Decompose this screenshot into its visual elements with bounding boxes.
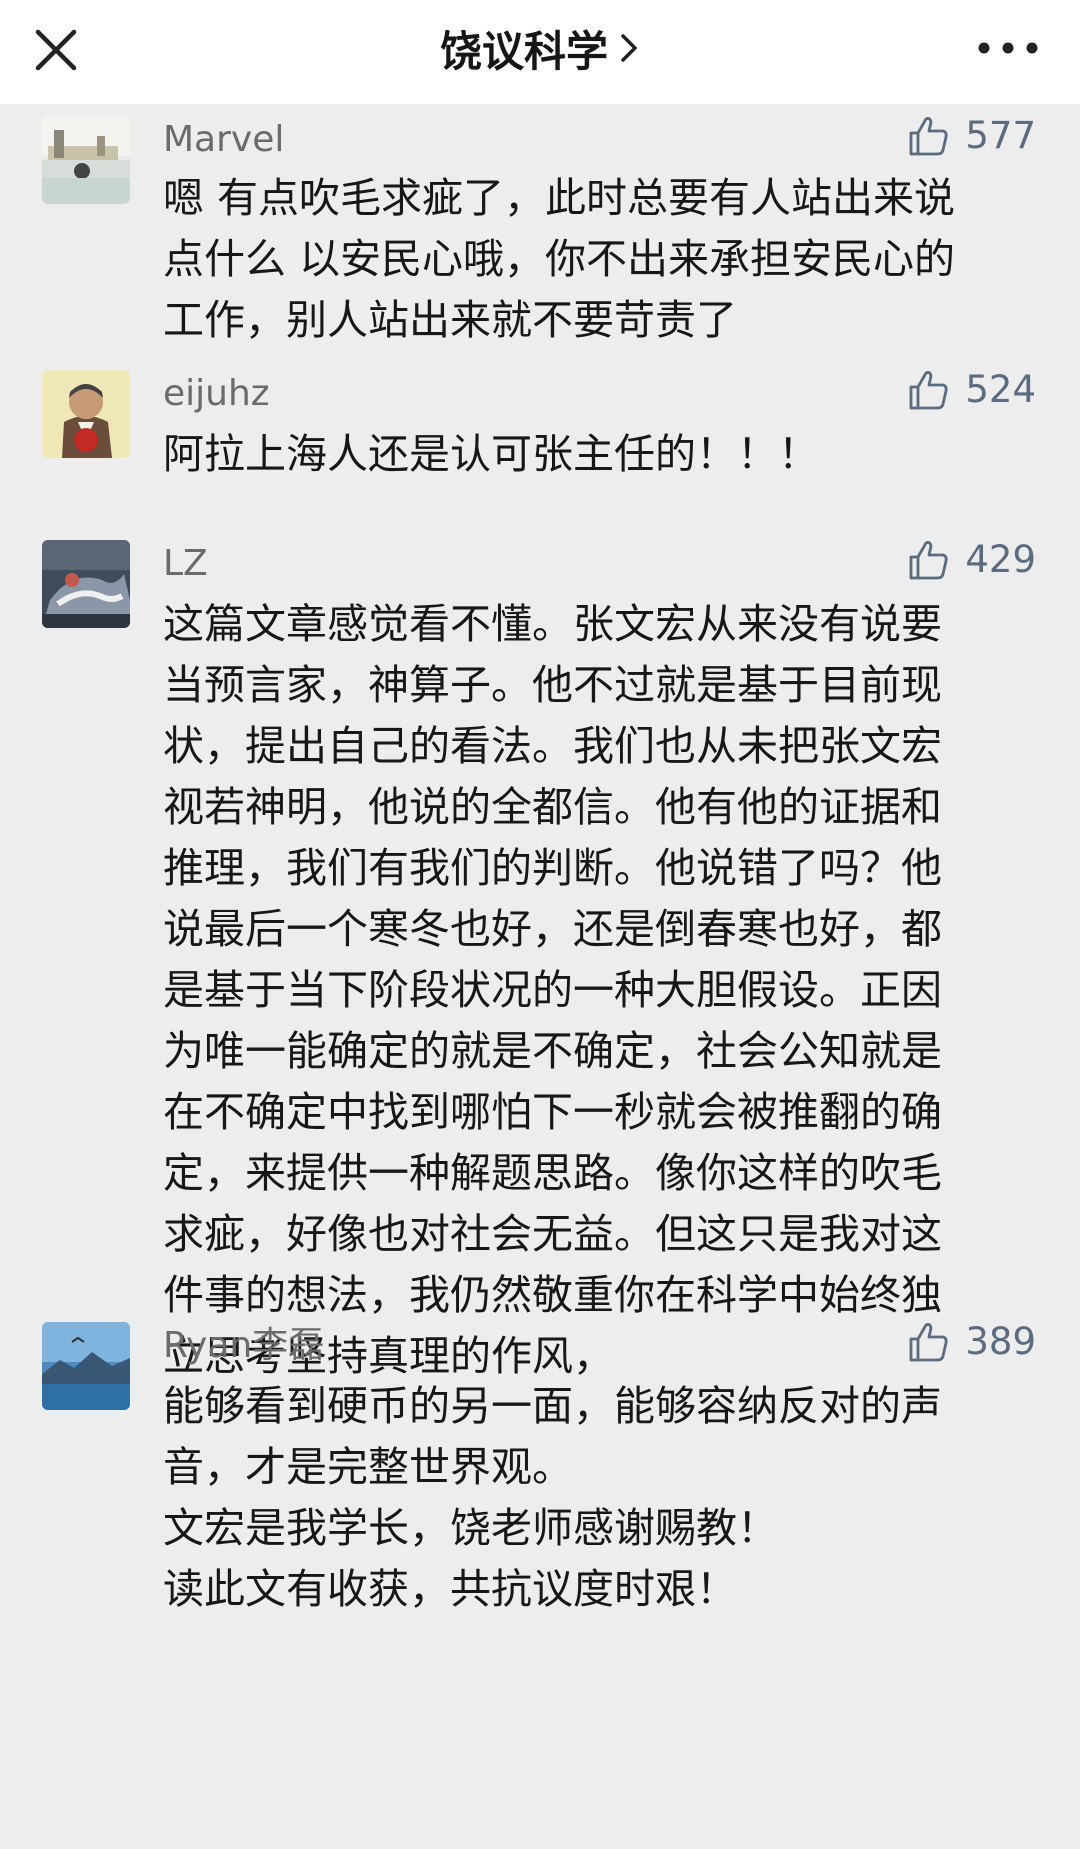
like-button[interactable]: 524 <box>907 368 1036 412</box>
avatar-image <box>42 540 130 628</box>
comment-text: 这篇文章感觉看不懂。张文宏从来没有说要 当预言家，神算子。他不过就是基于目前现 … <box>163 600 942 1380</box>
avatar-image <box>42 116 130 204</box>
like-button[interactable]: 577 <box>907 114 1036 158</box>
like-button[interactable]: 429 <box>907 538 1036 582</box>
avatar-image <box>42 1322 130 1410</box>
page-title: 饶议科学 <box>439 26 608 76</box>
avatar[interactable] <box>42 116 130 204</box>
author-name[interactable]: Marvel <box>163 118 284 162</box>
avatar-image <box>42 370 130 458</box>
top-bar: 饶议科学 <box>0 0 1080 104</box>
author-name[interactable]: Ryan李磊 <box>163 1324 324 1368</box>
like-count: 389 <box>965 1320 1036 1363</box>
thumbs-up-icon <box>909 541 948 580</box>
like-button[interactable]: 389 <box>907 1320 1036 1364</box>
avatar[interactable] <box>42 370 130 458</box>
author-name[interactable]: eijuhz <box>163 372 270 416</box>
author-name[interactable]: LZ <box>163 542 208 586</box>
like-count: 429 <box>965 538 1036 581</box>
close-icon[interactable] <box>28 22 84 78</box>
comment-text: 能够看到硬币的另一面，能够容纳反对的声 音，才是完整世界观。 文宏是我学长，饶老… <box>163 1382 942 1613</box>
comment-text: 阿拉上海人还是认可张主任的！！！ <box>163 430 819 478</box>
avatar[interactable] <box>42 1322 130 1410</box>
thumbs-up-icon <box>909 1323 948 1362</box>
thumbs-up-icon <box>909 371 948 410</box>
title-container: 饶议科学 <box>0 0 1080 96</box>
account-title-link[interactable]: 饶议科学 <box>440 18 640 79</box>
avatar[interactable] <box>42 540 130 628</box>
more-icon[interactable] <box>972 30 1044 66</box>
comment-text: 嗯 有点吹毛求疵了，此时总要有人站出来说 点什么 以安民心哦，你不出来承担安民心… <box>163 174 956 344</box>
chevron-right-icon <box>621 34 637 62</box>
like-count: 524 <box>965 368 1036 411</box>
like-count: 577 <box>965 114 1036 157</box>
thumbs-up-icon <box>909 117 948 156</box>
